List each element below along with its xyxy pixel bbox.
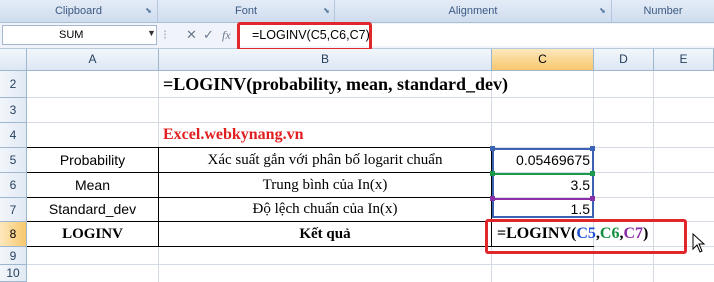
range-handle[interactable] — [490, 171, 495, 176]
font-launcher-icon[interactable]: ⬊ — [322, 6, 331, 15]
row-header-6[interactable]: 6 — [0, 173, 27, 198]
formula-bar-more-icon[interactable]: ⁝ — [163, 26, 167, 44]
row-header-9[interactable]: 9 — [0, 247, 27, 265]
ribbon-group-number[interactable]: Number — [612, 0, 714, 22]
row-header-2[interactable]: 2 — [0, 71, 27, 98]
param-label[interactable]: Mean — [27, 173, 158, 197]
ribbon-group-font[interactable]: Font — [158, 0, 335, 22]
clipboard-launcher-icon[interactable]: ⬊ — [144, 6, 153, 15]
name-box[interactable]: SUM — [2, 25, 157, 45]
name-box-value: SUM — [59, 29, 84, 41]
result-label[interactable]: LOGINV — [27, 222, 158, 246]
ribbon-group-label: Clipboard — [54, 5, 103, 17]
enter-icon[interactable]: ✓ — [203, 26, 214, 44]
column-header-a[interactable]: A — [27, 49, 159, 71]
column-header-d[interactable]: D — [594, 49, 654, 71]
column-header-e[interactable]: E — [654, 49, 714, 71]
column-header-b[interactable]: B — [159, 49, 492, 71]
range-handle[interactable] — [590, 171, 595, 176]
row-header-3[interactable]: 3 — [0, 98, 27, 123]
table-row: Mean Trung bình của In(x) — [27, 173, 492, 197]
reference-c6-highlight — [492, 173, 594, 193]
table-row: Standard_dev Độ lệch chuẩn của In(x) — [27, 198, 492, 221]
name-box-dropdown-icon[interactable]: ▼ — [147, 28, 156, 38]
alignment-launcher-icon[interactable]: ⬊ — [598, 6, 607, 15]
row-header-8[interactable]: 8 — [0, 222, 27, 247]
ribbon-group-clipboard[interactable]: Clipboard — [0, 0, 158, 22]
row-header-10[interactable]: 10 — [0, 265, 27, 282]
column-header-c[interactable]: C — [492, 49, 594, 71]
cell-highlight-box — [485, 219, 687, 254]
function-syntax-heading[interactable]: =LOGINV(probability, mean, standard_dev) — [163, 73, 508, 95]
reference-c7-highlight — [492, 198, 594, 218]
range-handle[interactable] — [490, 196, 495, 201]
site-label[interactable]: Excel.webkynang.vn — [163, 125, 303, 145]
param-label[interactable]: Probability — [27, 148, 158, 172]
range-handle[interactable] — [590, 196, 595, 201]
param-description[interactable]: Xác suất gắn với phân bố logarit chuẩn — [159, 148, 491, 172]
range-handle[interactable] — [590, 146, 595, 151]
ribbon-group-alignment[interactable]: Alignment — [335, 0, 612, 22]
param-label[interactable]: Standard_dev — [27, 198, 158, 221]
cancel-icon[interactable]: ✕ — [186, 26, 197, 44]
ribbon-group-strip: Clipboard ⬊ Font ⬊ Alignment ⬊ Number — [0, 0, 714, 23]
mouse-pointer-icon — [692, 233, 706, 253]
ribbon-group-label: Alignment — [448, 5, 498, 17]
table-row: Probability Xác suất gắn với phân bố log… — [27, 148, 492, 172]
insert-function-icon[interactable]: fx — [222, 26, 231, 44]
ribbon-group-label: Number — [643, 5, 683, 17]
range-handle[interactable] — [490, 146, 495, 151]
row-header-5[interactable]: 5 — [0, 148, 27, 173]
formula-highlight-box — [237, 22, 372, 51]
param-description[interactable]: Trung bình của In(x) — [159, 173, 491, 197]
result-description[interactable]: Kết quả — [159, 222, 491, 246]
param-description[interactable]: Độ lệch chuẩn của In(x) — [159, 198, 491, 221]
row-header-7[interactable]: 7 — [0, 198, 27, 222]
row-header-4[interactable]: 4 — [0, 123, 27, 148]
select-all-corner[interactable] — [0, 49, 27, 71]
ribbon-group-label: Font — [234, 5, 257, 17]
